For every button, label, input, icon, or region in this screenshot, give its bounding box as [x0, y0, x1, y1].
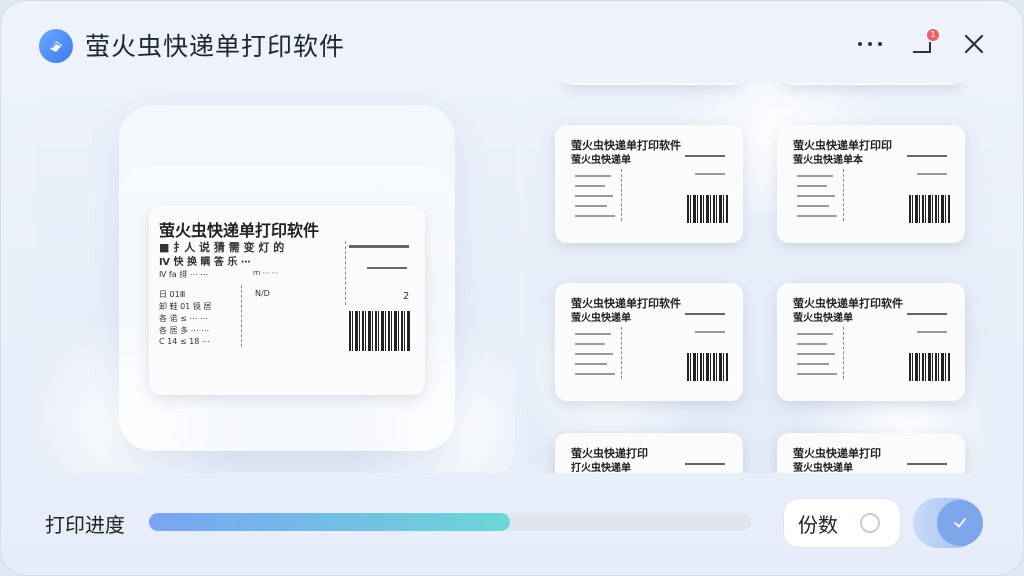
- thumbnail-card[interactable]: 萤火虫快递单打印软件 萤火虫快递单: [555, 125, 743, 243]
- thumbnail-card[interactable]: 萤火虫快递单打印软件 萤火虫快递单: [777, 283, 965, 401]
- copies-label: 份数: [798, 512, 838, 537]
- thumbnail-subtitle: 萤火虫快递单: [571, 313, 631, 324]
- barcode: [687, 353, 729, 381]
- waybill-line: Ⅳ fa 排 ⋯ ⋯: [159, 270, 209, 279]
- thumbnail-subtitle: 萤火虫快递单: [793, 313, 853, 324]
- thumbnail-subtitle: 打火虫快递单: [571, 463, 631, 473]
- waybill-line: 卸 鞋 01 镜 居: [159, 302, 212, 311]
- waybill-line: 日 01Ⅲ: [159, 290, 186, 299]
- more-horizontal-icon: [858, 42, 882, 46]
- main-preview-panel: 萤火虫快递单打印软件 ■ 扌人 说 猜 需 变 灯 的 Ⅳ 快 换 瞒 答 乐 …: [35, 83, 515, 473]
- waybill-title: 萤火虫快递单打印软件: [159, 221, 320, 240]
- waybill-line: C 14 ≤ 18 ⋯: [159, 337, 210, 346]
- waybill-line: Ⅳ 快 换 瞒 答 乐 ⋯: [159, 257, 251, 268]
- confirm-print-toggle[interactable]: [913, 498, 983, 548]
- title-bar: 萤火虫快递单打印软件 1: [1, 1, 1023, 83]
- waybill-line: 各 诺 ≤ ⋯ ⋯: [159, 314, 208, 323]
- thumbnail-subtitle: 萤火虫快递单: [793, 463, 853, 473]
- close-icon: [964, 34, 984, 54]
- barcode: [687, 195, 729, 223]
- barcode: [349, 311, 411, 351]
- progress-fill: [149, 513, 511, 531]
- thumbnail-panel: 萤火虫快递单打印软件 萤火虫快递单 萤火虫快递单打印印 萤火虫快递单本 萤火虫快: [527, 83, 991, 473]
- close-button[interactable]: [957, 27, 991, 61]
- main-waybill-preview[interactable]: 萤火虫快递单打印软件 ■ 扌人 说 猜 需 变 灯 的 Ⅳ 快 换 瞒 答 乐 …: [149, 205, 425, 395]
- copies-radio[interactable]: [860, 513, 880, 533]
- thumbnail-card-partial[interactable]: [563, 83, 743, 85]
- app-logo-icon: [39, 29, 73, 63]
- waybill-line: rn ⋯ ⋯: [253, 269, 279, 277]
- thumbnail-card-partial[interactable]: [781, 83, 961, 85]
- app-title: 萤火虫快递单打印软件: [85, 32, 346, 61]
- progress-label: 打印进度: [45, 513, 125, 537]
- progress-bar: [149, 513, 751, 531]
- thumbnail-card[interactable]: 萤火虫快递单打印软件 萤火虫快递单: [555, 283, 743, 401]
- barcode: [909, 195, 951, 223]
- thumbnail-card[interactable]: 萤火虫快递单打印 萤火虫快递单: [777, 433, 965, 473]
- barcode: [909, 353, 951, 381]
- confirm-print-button[interactable]: [937, 500, 983, 546]
- copies-button[interactable]: 份数: [783, 498, 901, 548]
- waybill-line: N/D: [255, 289, 270, 298]
- check-icon: [954, 518, 966, 528]
- thumbnail-subtitle: 萤火虫快递单本: [793, 155, 863, 166]
- thumbnail-card[interactable]: 萤火虫快递单打印印 萤火虫快递单本: [777, 125, 965, 243]
- minimize-button[interactable]: 1: [905, 27, 939, 61]
- notification-badge: 1: [927, 29, 939, 41]
- thumbnail-card[interactable]: 萤火虫快递打印 打火虫快递单: [555, 433, 743, 473]
- waybill-line: 各 居 多 ⋯ ⋯: [159, 326, 210, 335]
- thumbnail-subtitle: 萤火虫快递单: [571, 155, 631, 166]
- more-button[interactable]: [853, 27, 887, 61]
- app-window: 萤火虫快递单打印软件 1 萤火虫快递单打印软件 ■ 扌人 说 猜 需 变 灯 的…: [0, 0, 1024, 576]
- waybill-line: 2: [403, 291, 410, 302]
